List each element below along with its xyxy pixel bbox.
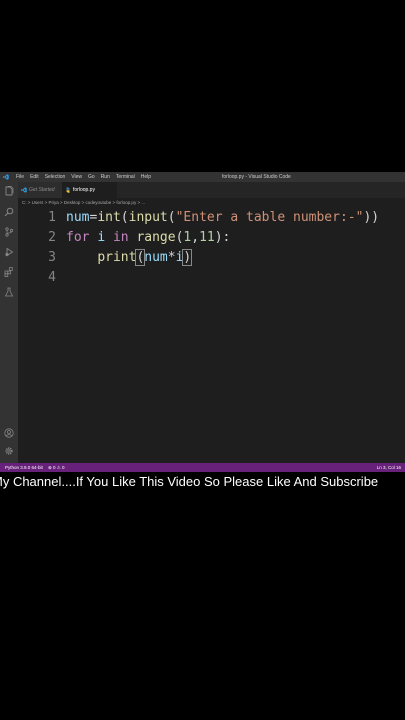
vscode-logo-icon (3, 174, 9, 180)
problems-indicator[interactable]: ⊗ 0 ⚠ 0 (48, 463, 65, 472)
breadcrumb: C: > Users > Priya > Desktop > codeyoutu… (18, 198, 405, 207)
line-number: 2 (48, 230, 56, 245)
line-number: 1 (48, 210, 56, 225)
settings-gear-icon[interactable] (4, 446, 14, 456)
testing-icon[interactable] (4, 287, 14, 297)
code-line: 2 for i in range(1,11): (18, 228, 405, 247)
code-text: for i in range(1,11): (66, 230, 231, 245)
video-subtitle: My Channel....If You Like This Video So … (0, 472, 405, 492)
menu-edit[interactable]: Edit (30, 174, 39, 180)
code-text: print(num*i) (97, 249, 193, 266)
vscode-window: File Edit Selection View Go Run Terminal… (0, 172, 405, 472)
menu-file[interactable]: File (16, 174, 24, 180)
code-line: 3 print(num*i) (18, 248, 405, 267)
menu-terminal[interactable]: Terminal (116, 174, 135, 180)
editor-tabs: Get Started forloop.py (18, 182, 405, 198)
code-line: 4 (18, 268, 405, 287)
subtitle-text: My Channel....If You Like This Video So … (0, 474, 379, 489)
activity-bar (0, 182, 18, 463)
code-line: 1 num=int(input("Enter a table number:-"… (18, 208, 405, 227)
menu-bar: File Edit Selection View Go Run Terminal… (16, 172, 157, 182)
menu-selection[interactable]: Selection (45, 174, 66, 180)
cursor-position[interactable]: Ln 3, Col 16 (377, 463, 401, 472)
source-control-icon[interactable] (4, 227, 14, 237)
explorer-icon[interactable] (4, 186, 14, 196)
window-title: forloop.py - Visual Studio Code (222, 174, 291, 180)
run-debug-icon[interactable] (4, 247, 14, 257)
tab-label: Get Started (29, 187, 55, 193)
vscode-logo-icon (21, 187, 27, 193)
menu-view[interactable]: View (71, 174, 82, 180)
python-file-icon (66, 187, 70, 193)
code-editor[interactable]: 1 num=int(input("Enter a table number:-"… (18, 208, 405, 463)
menu-go[interactable]: Go (88, 174, 95, 180)
title-bar: File Edit Selection View Go Run Terminal… (0, 172, 405, 182)
search-icon[interactable] (4, 207, 14, 217)
tab-label: forloop.py (73, 187, 95, 193)
menu-run[interactable]: Run (101, 174, 110, 180)
python-interpreter[interactable]: Python 3.9.0 64-bit (5, 463, 43, 472)
menu-help[interactable]: Help (141, 174, 151, 180)
line-number: 3 (48, 250, 56, 265)
account-icon[interactable] (4, 428, 14, 438)
extensions-icon[interactable] (4, 267, 14, 277)
tab-forloop[interactable]: forloop.py (62, 182, 117, 198)
status-bar: Python 3.9.0 64-bit ⊗ 0 ⚠ 0 Ln 3, Col 16 (0, 463, 405, 472)
code-text: num=int(input("Enter a table number:-")) (66, 210, 380, 225)
line-number: 4 (48, 270, 56, 285)
